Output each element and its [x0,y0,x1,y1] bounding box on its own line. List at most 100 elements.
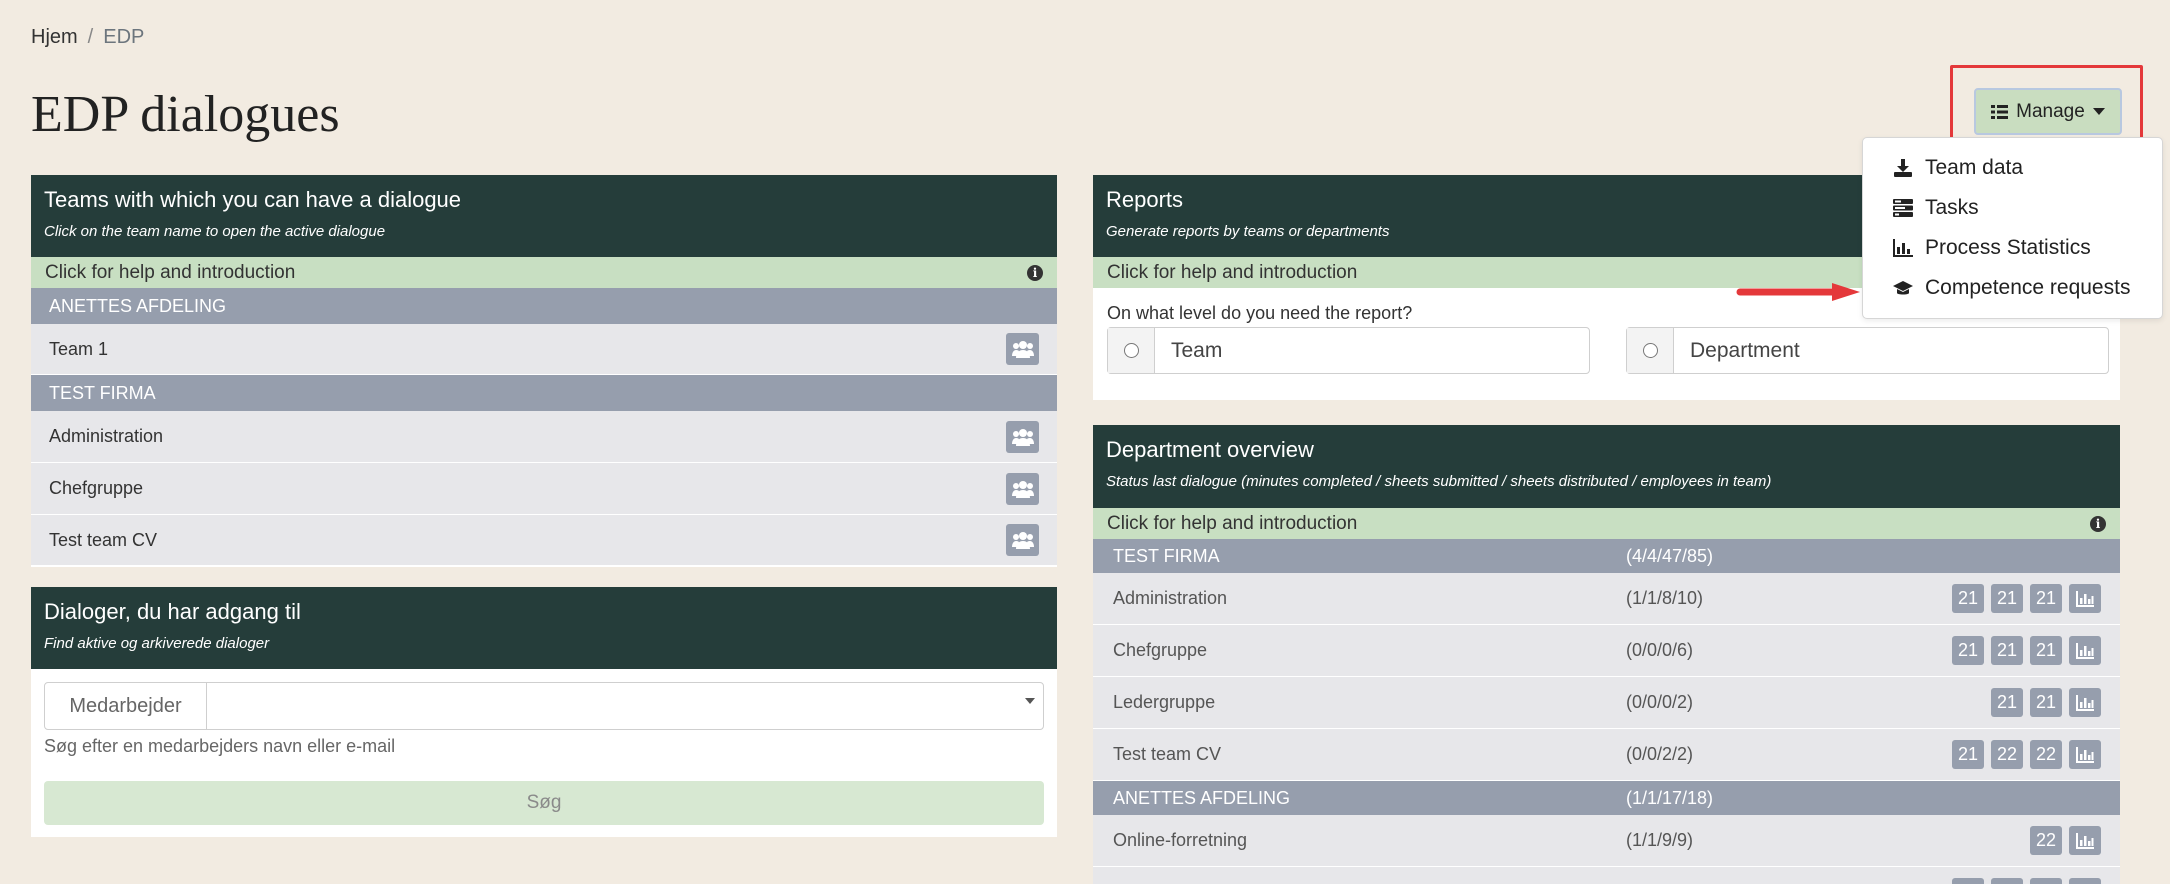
employee-search-prefix: Medarbejder [45,683,207,729]
dept-action-buttons: 21 22 22 [1952,740,2101,769]
dept-group-header: TEST FIRMA (4/4/47/85) [1093,539,2120,573]
list-icon [1991,104,2009,119]
dialogue-number-badge[interactable]: 21 [1991,688,2023,717]
help-bar[interactable]: Click for help and introduction i [1093,508,2120,539]
team-row[interactable]: Team 1 [31,324,1057,375]
dept-row[interactable]: Online-forretning (1/1/9/9) 22 [1093,815,2120,867]
team-name[interactable]: Team 1 [49,339,108,360]
report-level-team-option[interactable]: Team [1107,327,1590,374]
users-icon [1011,480,1034,498]
teams-panel: Teams with which you can have a dialogue… [31,175,1057,567]
panel-subtitle: Status last dialogue (minutes completed … [1106,473,1772,490]
team-row[interactable]: Test team CV [31,515,1057,566]
dialogue-number-badge[interactable]: 21 [1991,636,2023,665]
dialogues-access-panel: Dialoger, du har adgang til Find aktive … [31,587,1057,837]
statistics-button[interactable] [2069,636,2101,665]
users-icon [1011,532,1034,549]
dialogue-number-badge[interactable]: 21 [1952,636,1984,665]
dept-team-name[interactable]: Online-forretning [1113,830,1247,851]
team-members-button[interactable] [1006,420,1039,453]
dept-action-buttons: 22 [2030,826,2101,855]
help-bar-label: Click for help and introduction [1107,261,1358,283]
bar-chart-icon [2076,832,2094,849]
manage-button-label: Manage [2016,100,2085,122]
menu-item-team-data[interactable]: Team data [1863,148,2162,188]
team-members-button[interactable] [1006,524,1039,556]
dept-row[interactable]: Ledergruppe (0/0/0/2) 21 21 [1093,677,2120,729]
dept-group-stat: (1/1/17/18) [1626,787,1714,808]
manage-button[interactable]: Manage [1974,88,2122,135]
dept-row[interactable]: Test team CV (0/0/2/2) 21 22 22 [1093,729,2120,781]
dialogue-number-badge[interactable]: 21 [2030,688,2062,717]
search-button[interactable]: Søg [44,781,1044,825]
dept-action-buttons: 21 21 [1991,688,2101,717]
help-bar-label: Click for help and introduction [45,261,296,283]
help-bar[interactable]: Click for help and introduction i [31,257,1057,288]
page-title: EDP dialogues [31,86,340,143]
breadcrumb: Hjem / EDP [31,26,144,49]
team-row[interactable]: Administration [31,411,1057,463]
dialogue-number-badge[interactable]: 21 [1952,740,1984,769]
panel-subtitle: Click on the team name to open the activ… [44,223,386,240]
users-icon [1011,428,1034,446]
dept-team-stat: (0/0/0/6) [1626,640,1694,660]
team-radio[interactable] [1123,343,1139,358]
dialogue-number-badge[interactable]: 21 [1952,584,1984,613]
caret-down-icon [2092,108,2105,115]
dialogue-number-badge[interactable] [1952,878,1984,884]
statistics-button[interactable] [2069,688,2101,717]
dept-team-name[interactable]: Ledergruppe [1113,692,1215,713]
radio-box [1108,328,1155,373]
menu-item-label: Process Statistics [1925,236,2091,259]
dialogue-number-badge[interactable]: 22 [2030,826,2062,855]
statistics-button[interactable] [2069,740,2101,769]
dept-team-name[interactable]: Chefgruppe [1113,640,1207,661]
arrow-annotation-icon [1736,283,1860,301]
team-members-button[interactable] [1006,472,1039,505]
team-members-button[interactable] [1006,333,1039,365]
menu-item-tasks[interactable]: Tasks [1863,188,2162,228]
team-row[interactable]: Chefgruppe [31,463,1057,515]
breadcrumb-home-link[interactable]: Hjem [31,26,78,49]
group-header: ANETTES AFDELING [31,288,1057,324]
help-bar-label: Click for help and introduction [1107,512,1358,534]
team-name[interactable]: Administration [49,426,163,447]
bar-chart-icon [2076,590,2094,607]
dialogue-number-badge[interactable] [1991,878,2023,884]
tasks-icon [1893,199,1913,217]
menu-item-competence-requests[interactable]: Competence requests [1863,268,2162,308]
team-name[interactable]: Chefgruppe [49,478,143,499]
dialogue-number-badge[interactable]: 21 [2030,636,2062,665]
dept-row[interactable]: Administration (1/1/8/10) 21 21 21 [1093,573,2120,625]
panel-title: Dialoger, du har adgang til [44,599,301,624]
statistics-button[interactable] [2069,826,2101,855]
dept-action-buttons: 21 21 21 [1952,584,2101,613]
dialogue-number-badge[interactable] [2030,878,2062,884]
breadcrumb-separator: / [87,26,94,48]
statistics-button[interactable] [2069,584,2101,613]
dept-row[interactable] [1093,867,2120,884]
radio-box [1627,328,1674,373]
dept-group-name: ANETTES AFDELING [1113,787,1291,808]
report-level-department-option[interactable]: Department [1626,327,2109,374]
dept-team-stat: (0/0/0/2) [1626,692,1694,712]
dept-row[interactable]: Chefgruppe (0/0/0/6) 21 21 21 [1093,625,2120,677]
dialogue-number-badge[interactable]: 22 [2030,740,2062,769]
department-radio[interactable] [1642,343,1658,358]
dept-group-header: ANETTES AFDELING (1/1/17/18) [1093,781,2120,815]
bar-chart-icon [2076,642,2094,659]
dept-team-name[interactable]: Administration [1113,588,1227,609]
employee-select[interactable] [207,683,1043,729]
info-icon: i [1027,264,1043,281]
dept-team-name[interactable]: Test team CV [1113,744,1221,765]
statistics-button[interactable] [2069,878,2101,884]
menu-item-process-statistics[interactable]: Process Statistics [1863,228,2162,268]
info-icon: i [2090,515,2106,532]
dialogue-number-badge[interactable]: 22 [1991,740,2023,769]
department-overview-panel: Department overview Status last dialogue… [1093,425,2120,884]
radio-label: Team [1171,338,1223,362]
team-name[interactable]: Test team CV [49,530,157,551]
dialogue-number-badge[interactable]: 21 [2030,584,2062,613]
dialogue-number-badge[interactable]: 21 [1991,584,2023,613]
manage-dropdown-menu: Team data Tasks Process Statistics Compe… [1862,137,2163,319]
